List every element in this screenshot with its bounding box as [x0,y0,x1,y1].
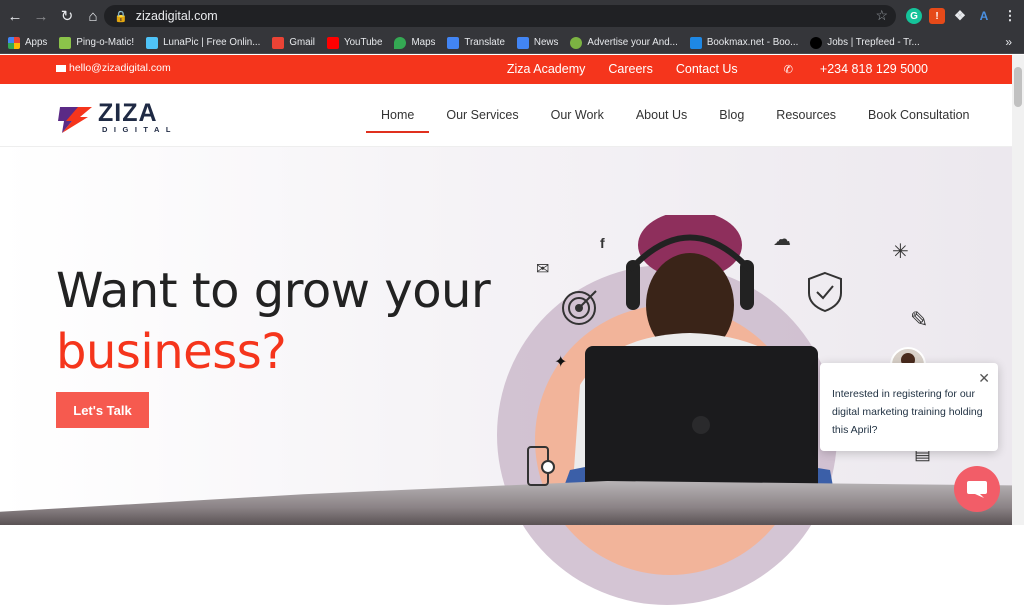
twitter-icon: ✦ [554,354,568,371]
apps-grid-icon [8,36,20,49]
bookmark-label: Bookmax.net - Boo... [706,37,799,48]
lets-talk-button[interactable]: Let's Talk [56,392,149,428]
hero-heading-line2: business? [56,324,287,380]
nav-about-us[interactable]: About Us [636,84,687,146]
bookmark-bookmax[interactable]: Bookmax.net - Boo... [689,36,799,49]
apple-logo-icon [692,416,710,434]
youtube-icon [326,36,339,49]
phone-link[interactable]: ✆ +234 818 129 5000 [761,62,928,76]
bookmark-apps[interactable]: Apps [8,36,48,49]
bookmax-icon [689,36,702,49]
main-nav: Home Our Services Our Work About Us Blog… [366,84,1002,146]
mail-icon: ✉ [536,261,550,278]
news-icon [516,36,529,49]
ziza-logo[interactable]: ZIZA DIGITAL [56,99,196,135]
url-text: zizadigital.com [135,9,218,23]
bookmark-advertise[interactable]: Advertise your And... [570,36,678,49]
network-icon: ✳ [892,241,909,263]
puzzle-icon[interactable]: ❖ [952,8,968,24]
page-scrollbar[interactable] [1012,55,1024,525]
gmail-icon [272,36,285,49]
lunapic-icon [146,36,159,49]
email-link[interactable]: hello@zizadigital.com [56,62,171,74]
bookmark-label: LunaPic | Free Onlin... [163,37,261,48]
site-header: ZIZA DIGITAL Home Our Services Our Work … [0,84,1012,147]
topbar-link-academy[interactable]: Ziza Academy [507,62,586,76]
menu-kebab-icon[interactable]: ⋮ [1002,8,1018,24]
contact-topbar: hello@zizadigital.com Ziza Academy Caree… [0,55,1012,84]
back-icon[interactable]: ← [4,5,26,27]
training-popup[interactable]: ✕ Interested in registering for our digi… [820,363,998,451]
laptop-illustration [585,346,818,501]
hero-section: Want to grow your business? Let's Talk f… [0,147,1012,605]
close-icon[interactable]: ✕ [978,369,990,387]
nav-our-work[interactable]: Our Work [551,84,604,146]
bookmark-label: Ping-o-Matic! [76,37,135,48]
bookmark-label: Gmail [289,37,315,48]
shield-icon [808,271,842,313]
hero-heading-line1: Want to grow your [56,263,491,319]
maps-icon [394,36,407,49]
ziza-z-mark-icon [58,107,92,133]
bookmark-label: Advertise your And... [587,37,678,48]
bookmark-news[interactable]: News [516,36,559,49]
scrollbar-thumb[interactable] [1014,67,1022,107]
nav-resources[interactable]: Resources [776,84,836,146]
topbar-link-careers[interactable]: Careers [608,62,652,76]
hero-floor [0,481,1012,525]
nav-book-consultation[interactable]: Book Consultation [868,84,969,146]
bookmark-label: News [533,37,559,48]
logo-subword: DIGITAL [102,125,177,134]
extension-icon[interactable]: ! [929,8,945,24]
chat-button[interactable] [954,466,1000,512]
cloud-download-icon: ☁ [773,229,791,249]
facebook-icon: f [600,235,605,251]
logo-word: ZIZA [98,99,158,127]
bookmark-label: YouTube [343,37,383,48]
target-icon [562,290,597,325]
bookmark-trepfeed[interactable]: Jobs | Trepfeed - Tr... [810,36,920,49]
phone-icon: ✆ [783,63,793,76]
forward-icon[interactable]: → [30,5,52,27]
email-text: hello@zizadigital.com [69,62,171,74]
chat-bubble-icon [967,481,987,498]
mobile-settings-icon [527,446,555,486]
bookmark-pingomatic[interactable]: Ping-o-Matic! [59,36,135,49]
grammarly-icon[interactable]: G [906,8,922,24]
browser-toolbar: ← → ↻ ⌂ 🔒 zizadigital.com ☆ G ! ❖ A ⋮ [0,0,1024,32]
trepfeed-icon [810,36,823,49]
bookmark-maps[interactable]: Maps [394,36,436,49]
envelope-icon [56,64,66,72]
bookmark-lunapic[interactable]: LunaPic | Free Onlin... [146,36,261,49]
extension-a-icon[interactable]: A [976,8,992,24]
topbar-link-contact[interactable]: Contact Us [676,62,738,76]
nav-our-services[interactable]: Our Services [446,84,518,146]
reload-icon[interactable]: ↻ [56,5,78,27]
bookmark-label: Translate [464,37,505,48]
bookmark-youtube[interactable]: YouTube [326,36,383,49]
address-bar[interactable]: 🔒 zizadigital.com ☆ [104,5,896,27]
bookmarks-overflow-icon[interactable]: » [1005,35,1012,49]
pencil-cup-icon: ✎ [910,307,929,332]
pingomatic-icon [59,36,72,49]
android-icon [570,36,583,49]
bookmark-label: Apps [25,37,48,48]
bookmark-star-icon[interactable]: ☆ [875,7,888,24]
lock-icon: 🔒 [114,10,128,23]
bookmark-label: Maps [411,37,436,48]
home-icon[interactable]: ⌂ [82,5,104,27]
nav-home[interactable]: Home [366,84,430,146]
nav-blog[interactable]: Blog [719,84,744,146]
bookmark-label: Jobs | Trepfeed - Tr... [827,37,920,48]
bookmark-gmail[interactable]: Gmail [272,36,315,49]
popup-message: Interested in registering for our digita… [832,388,983,436]
bookmark-translate[interactable]: Translate [447,36,505,49]
bookmarks-bar: Apps Ping-o-Matic! LunaPic | Free Onlin.… [0,32,1024,54]
phone-text: +234 818 129 5000 [819,62,928,76]
translate-icon [447,36,460,49]
